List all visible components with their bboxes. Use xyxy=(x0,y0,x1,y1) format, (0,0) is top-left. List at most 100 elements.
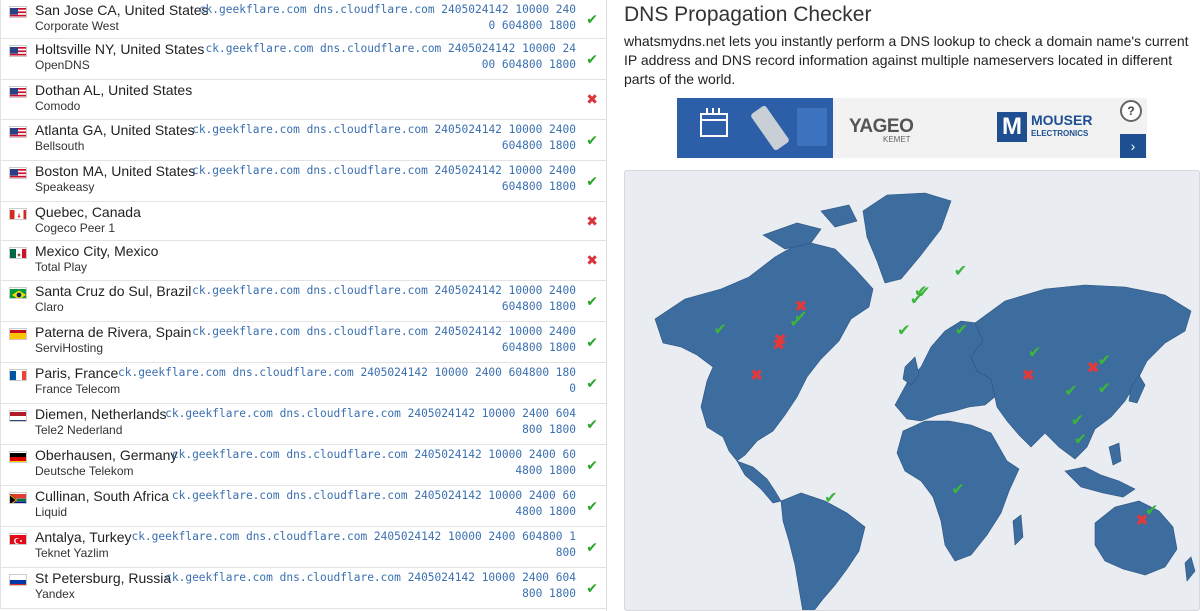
result-row: Antalya, Turkey Teknet Yazlim ck.geekflare… xyxy=(0,527,606,568)
world-map: ✔ ✖ ✖ ✔ ✖ ✖ ✔ ✔ ✔ ✔ ✔ ✔ ✔ ✔ ✔ ✔ ✖ ✔ ✔ ✔ ✖ ✔ ✔ ✔ ✖ xyxy=(624,170,1200,611)
flag-tr-icon xyxy=(9,533,27,545)
result-record: ck.geekflare.com dns.cloudflare.com 2405… xyxy=(165,406,576,438)
result-row: Cullinan, South Africa Liquid ck.geekflare… xyxy=(0,486,606,527)
flag-ca-icon xyxy=(9,208,27,220)
result-record-line2: 00 604800 1800 xyxy=(481,58,576,71)
result-row: Quebec, Canada Cogeco Peer 1 ✖ xyxy=(0,202,606,241)
map-check-marker-icon: ✔ xyxy=(951,482,964,499)
ad-brand-kemet: KEMET xyxy=(883,135,911,144)
flag-ru-icon xyxy=(9,574,27,586)
result-row: Dothan AL, United States Comodo ✖ xyxy=(0,80,606,120)
flag-fr-icon xyxy=(9,369,27,381)
flag-us-icon xyxy=(9,167,27,179)
result-row: Diemen, Netherlands Tele2 Nederland ck.gee… xyxy=(0,404,606,445)
result-record: ck.geekflare.com dns.cloudflare.com 2405… xyxy=(131,529,576,561)
result-provider: Comodo xyxy=(35,99,81,113)
result-record-line1: ck.geekflare.com dns.cloudflare.com 2405… xyxy=(171,489,576,502)
ad-brand-mouser-sub: ELECTRONICS xyxy=(1031,129,1089,138)
map-check-marker-icon: ✔ xyxy=(1028,345,1041,362)
mouser-logo-icon[interactable]: M xyxy=(997,112,1027,142)
flag-nl-icon xyxy=(9,410,27,422)
world-map-svg: ✔✖✖✔✖✖✔✔✔✔✔✔✔✔✔✔✖✔✔✔✖✔✔✔✖ xyxy=(654,192,1196,610)
result-record-line2: 0 604800 1800 xyxy=(488,19,576,32)
flag-us-icon xyxy=(9,86,27,98)
land-greenland xyxy=(862,192,952,284)
result-row: Holtsville NY, United States OpenDNS ck.ge… xyxy=(0,39,606,80)
result-record-line2: 0 xyxy=(569,382,576,395)
map-cross-marker-icon: ✖ xyxy=(772,337,785,354)
result-record: ck.geekflare.com dns.cloudflare.com 2405… xyxy=(192,163,576,195)
result-record: ck.geekflare.com dns.cloudflare.com 2405… xyxy=(165,570,576,602)
result-record-line2: 4800 1800 xyxy=(515,464,576,477)
result-provider: Cogeco Peer 1 xyxy=(35,221,116,235)
map-check-marker-icon: ✔ xyxy=(1074,431,1087,448)
check-icon: ✔ xyxy=(586,538,598,555)
result-location: Mexico City, Mexico xyxy=(35,243,159,259)
result-record: ck.geekflare.com dns.cloudflare.com 2405… xyxy=(118,365,576,397)
map-cross-marker-icon: ✖ xyxy=(1135,512,1148,529)
map-check-marker-icon: ✔ xyxy=(824,490,837,507)
ad-info-icon[interactable]: ? xyxy=(1120,100,1142,122)
ad-banner[interactable]: YAGEO KEMET M MOUSER ELECTRONICS ? › xyxy=(677,98,1147,158)
flag-us-icon xyxy=(9,45,27,57)
results-list: San Jose CA, United States Corporate West… xyxy=(0,0,607,611)
result-provider: Total Play xyxy=(35,260,88,274)
result-record: ck.geekflare.com dns.cloudflare.com 2405… xyxy=(199,2,576,34)
check-icon: ✔ xyxy=(586,292,598,309)
result-row: Mexico City, Mexico Total Play ✖ xyxy=(0,241,606,281)
land-arctic-islands xyxy=(762,204,858,250)
page-title: DNS Propagation Checker xyxy=(624,3,872,26)
land-south-america xyxy=(780,492,866,610)
result-record-line2: 800 1800 xyxy=(522,423,576,436)
result-row: Paterna de Rivera, Spain ServiHosting ck.g… xyxy=(0,322,606,363)
result-record-line2: 4800 1800 xyxy=(515,505,576,518)
flag-mx-icon xyxy=(9,247,27,259)
result-row: Boston MA, United States Speakeasy ck.geek… xyxy=(0,161,606,202)
page-description: whatsmydns.net lets you instantly perfor… xyxy=(624,33,1189,87)
flag-za-icon xyxy=(9,492,27,504)
result-row: Oberhausen, Germany Deutsche Telekom ck.ge… xyxy=(0,445,606,486)
map-check-marker-icon: ✔ xyxy=(917,285,930,302)
result-record-line2: 800 xyxy=(555,546,576,559)
land-new-zealand xyxy=(1184,556,1196,582)
result-row: St Petersburg, Russia Yandex ck.geekflare.… xyxy=(0,568,606,609)
check-icon: ✔ xyxy=(586,50,598,67)
map-check-marker-icon: ✔ xyxy=(955,322,968,339)
result-row: Santa Cruz do Sul, Brazil Claro ck.geekfla… xyxy=(0,281,606,322)
flag-de-icon xyxy=(9,451,27,463)
map-check-marker-icon: ✔ xyxy=(954,263,967,280)
result-record: ck.geekflare.com dns.cloudflare.com 2405… xyxy=(172,488,576,520)
result-record-line1: ck.geekflare.com dns.cloudflare.com 2405… xyxy=(192,123,576,136)
result-record-line2: 604800 1800 xyxy=(501,341,576,354)
result-row: Atlanta GA, United States Bellsouth ck.gee… xyxy=(0,120,606,161)
cross-icon: ✖ xyxy=(586,212,598,229)
result-record-line2: 800 1800 xyxy=(522,587,576,600)
result-record: ck.geekflare.com dns.cloudflare.com 2405… xyxy=(192,283,576,315)
result-record: ck.geekflare.com dns.cloudflare.com 2405… xyxy=(206,41,576,73)
map-check-marker-icon: ✔ xyxy=(1097,380,1110,397)
result-record: ck.geekflare.com dns.cloudflare.com 2405… xyxy=(192,122,576,154)
map-cross-marker-icon: ✖ xyxy=(1022,368,1035,385)
ad-brand-mouser[interactable]: MOUSER ELECTRONICS xyxy=(1031,113,1092,140)
result-record-line1: ck.geekflare.com dns.cloudflare.com 2405… xyxy=(171,448,576,461)
map-check-marker-icon: ✔ xyxy=(1097,352,1110,369)
cross-icon: ✖ xyxy=(586,252,598,268)
result-row: San Jose CA, United States Corporate West… xyxy=(0,0,606,39)
result-record: ck.geekflare.com dns.cloudflare.com 2405… xyxy=(192,324,576,356)
result-record-line2: 604800 1800 xyxy=(501,139,576,152)
result-record-line1: ck.geekflare.com dns.cloudflare.com 2405… xyxy=(117,366,576,379)
result-record-line1: ck.geekflare.com dns.cloudflare.com 2405… xyxy=(192,164,576,177)
check-icon: ✔ xyxy=(586,579,598,596)
result-record-line1: ck.geekflare.com dns.cloudflare.com 2405… xyxy=(192,284,576,297)
map-check-marker-icon: ✔ xyxy=(1071,413,1084,430)
cross-icon: ✖ xyxy=(586,91,598,107)
ad-product-image[interactable] xyxy=(677,98,833,158)
result-record-line1: ck.geekflare.com dns.cloudflare.com 2405… xyxy=(165,571,576,584)
result-record-line1: ck.geekflare.com dns.cloudflare.com 2405… xyxy=(165,407,576,420)
ad-next-arrow-icon[interactable]: › xyxy=(1120,134,1146,158)
continents xyxy=(654,192,1196,610)
check-icon: ✔ xyxy=(586,10,598,27)
result-record-line1: ck.geekflare.com dns.cloudflare.com 2405… xyxy=(205,42,576,55)
result-record-line2: 604800 1800 xyxy=(501,180,576,193)
land-madagascar xyxy=(1012,514,1024,546)
